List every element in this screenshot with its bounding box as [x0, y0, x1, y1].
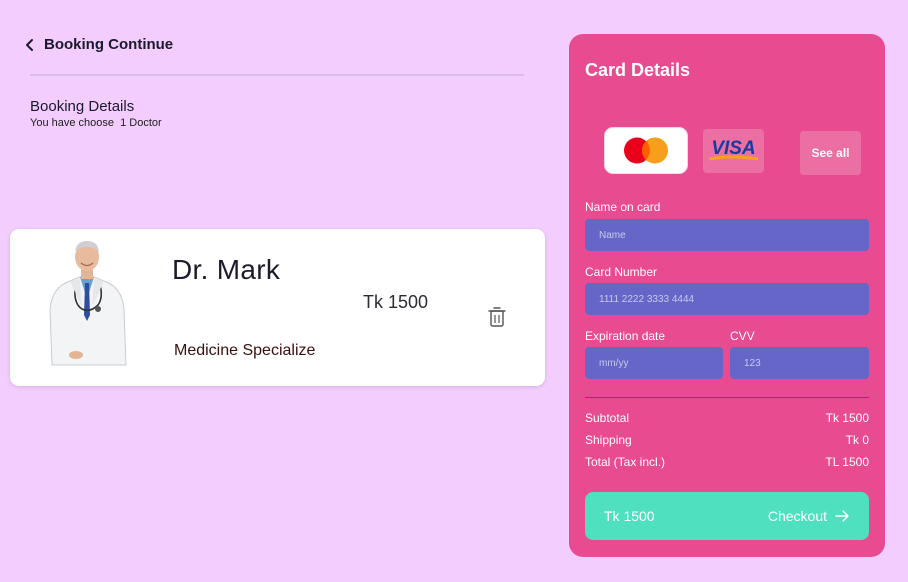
name-on-card-input[interactable]	[585, 219, 869, 251]
back-button[interactable]: Booking Continue	[24, 36, 173, 53]
checkout-label: Checkout	[767, 508, 827, 524]
chevron-left-icon	[26, 38, 33, 51]
shipping-row: Shipping Tk 0	[585, 433, 869, 447]
trash-icon[interactable]	[488, 306, 506, 328]
card-number-input[interactable]	[585, 283, 869, 315]
page-title: Booking Continue	[44, 36, 174, 53]
mastercard-logo	[624, 137, 668, 164]
checkout-action: Checkout	[768, 508, 850, 524]
subtotal-value: Tk 1500	[825, 411, 869, 425]
subtotal-row: Subtotal Tk 1500	[585, 411, 869, 425]
mastercard-option[interactable]	[605, 128, 687, 173]
total-label: Total (Tax incl.)	[585, 455, 666, 469]
doctor-avatar	[49, 241, 127, 366]
doctor-card: Dr. Mark Tk 1500 Medicine Specialize	[10, 229, 545, 386]
cvv-input[interactable]	[730, 347, 869, 379]
expiration-date-input[interactable]	[585, 347, 723, 379]
shipping-label: Shipping	[585, 433, 632, 447]
total-row: Total (Tax incl.) TL 1500	[585, 455, 869, 469]
cvv-label: CVV	[730, 329, 755, 343]
checkout-button[interactable]: Tk 1500 Checkout	[585, 492, 869, 540]
subtotal-label: Subtotal	[585, 411, 630, 425]
doctor-name: Dr. Mark	[172, 254, 281, 285]
doctor-price: Tk 1500	[363, 292, 429, 312]
header-divider	[30, 74, 524, 76]
arrow-right-icon	[835, 510, 849, 522]
checkout-amount: Tk 1500	[604, 508, 655, 524]
expiration-date-label: Expiration date	[585, 329, 666, 343]
booking-details-title: Booking Details	[30, 98, 135, 115]
card-details-title: Card Details	[585, 60, 691, 80]
total-value: TL 1500	[825, 455, 869, 469]
name-on-card-label: Name on card	[585, 200, 661, 214]
shipping-value: Tk 0	[845, 433, 869, 447]
summary-divider	[585, 397, 869, 398]
visa-option[interactable]: VISA	[703, 129, 764, 173]
card-number-label: Card Number	[585, 265, 658, 279]
booking-details-subtitle: You have choose 1 Doctor	[30, 117, 162, 129]
doctor-specialty: Medicine Specialize	[174, 342, 316, 359]
card-details-panel: Card Details VISA See all Name on card C…	[569, 34, 885, 557]
see-all-button[interactable]: See all	[800, 131, 861, 175]
visa-logo: VISA	[708, 138, 759, 161]
